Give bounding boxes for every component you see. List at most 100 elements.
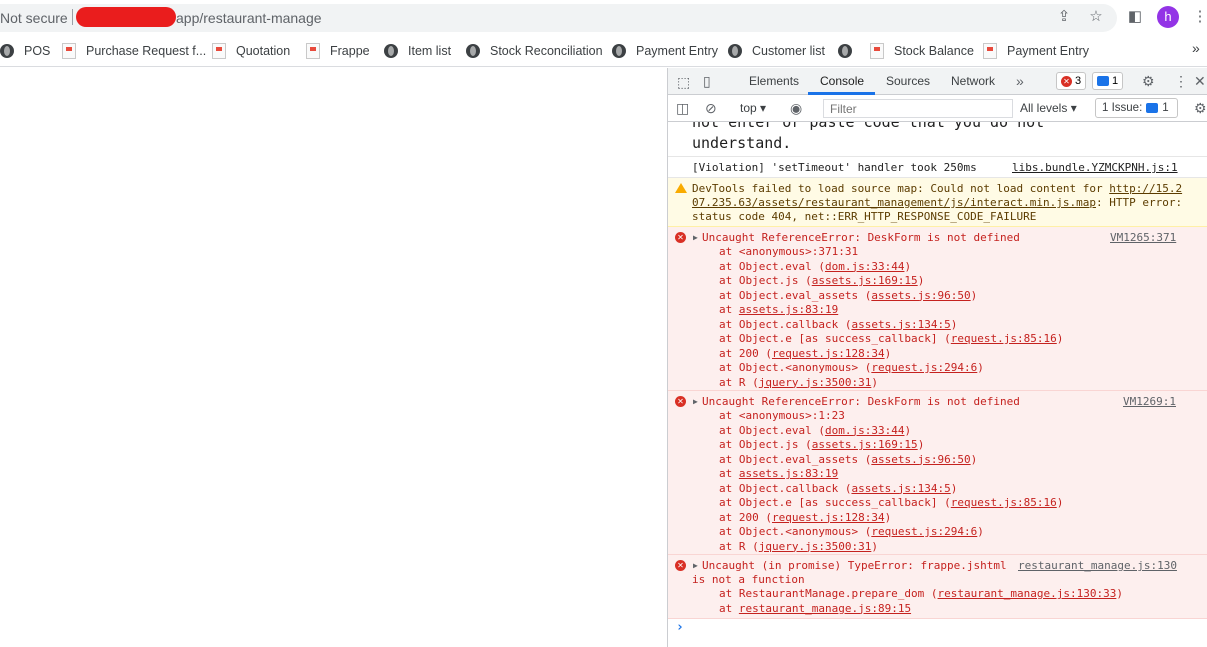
console-prompt[interactable]: ›	[676, 620, 684, 635]
tab-console[interactable]: Console	[820, 74, 864, 88]
stack-frame-link[interactable]: assets.js:134:5	[851, 482, 950, 495]
stack-frame-link[interactable]: request.js:294:6	[871, 361, 977, 374]
stack-frame: at 200 (request.js:128:34)	[719, 511, 891, 524]
log-levels-dropdown[interactable]: All levels ▾	[1020, 101, 1077, 115]
doc-icon	[306, 43, 320, 59]
stack-frame-link[interactable]: assets.js:96:50	[871, 453, 970, 466]
message-count: 1	[1112, 75, 1119, 87]
stack-frame-link[interactable]: request.js:128:34	[772, 347, 885, 360]
stack-frame-link[interactable]: request.js:85:16	[951, 332, 1057, 345]
stack-frame-link[interactable]: assets.js:83:19	[739, 303, 838, 316]
stack-frame-text: at RestaurantManage.prepare_dom (	[719, 587, 938, 600]
bookmark-label: Payment Entry	[636, 44, 718, 58]
stack-frame-text: )	[917, 274, 925, 287]
stack-frame-link[interactable]: request.js:128:34	[772, 511, 885, 524]
violation-message: [Violation] 'setTimeout' handler took 25…	[668, 157, 1207, 178]
bookmark-label: Purchase Request f...	[86, 44, 207, 58]
more-tabs-icon[interactable]: »	[1016, 73, 1024, 89]
error-text: Uncaught (in promise) TypeError: frappe.…	[702, 559, 1007, 572]
sourcemap-link[interactable]: http://15.2	[1109, 182, 1182, 195]
stack-frame-link[interactable]: dom.js:33:44	[825, 260, 904, 273]
bookmarks-bar: POS Purchase Request f... Quotation Frap…	[0, 35, 1207, 67]
url-text[interactable]: app/restaurant-manage	[176, 10, 322, 26]
globe-icon	[728, 44, 742, 58]
devtools-panel: ⬚ ▯ Elements Console Sources Network » ✕…	[667, 68, 1207, 647]
bookmark-label: Customer list	[752, 44, 825, 58]
eye-icon[interactable]: ◉	[790, 100, 802, 116]
bookmark-payment-entry-2[interactable]: Payment Entry	[983, 41, 1089, 61]
profile-avatar[interactable]: h	[1157, 6, 1179, 28]
bookmark-frappe[interactable]: Frappe	[306, 41, 370, 61]
security-label[interactable]: Not secure	[0, 10, 68, 26]
expand-triangle-icon[interactable]: ▶	[693, 397, 698, 406]
tab-elements[interactable]: Elements	[749, 74, 799, 88]
separator	[72, 9, 73, 25]
inspect-icon[interactable]: ⬚	[677, 74, 690, 90]
stack-frame: at R (jquery.js:3500:31)	[719, 376, 878, 389]
stack-frame-link[interactable]: assets.js:83:19	[739, 467, 838, 480]
kebab-menu-icon[interactable]: ⋮	[1174, 73, 1188, 89]
stack-frame: at <anonymous>:1:23	[719, 409, 845, 422]
context-selector[interactable]: top ▾	[740, 101, 766, 115]
close-icon[interactable]: ✕	[1194, 73, 1206, 89]
stack-frame-text: at Object.callback (	[719, 317, 852, 331]
stack-frame-text: at <anonymous>:371:31	[719, 245, 859, 258]
bookmark-customer-list[interactable]: Customer list	[728, 41, 825, 61]
stack-frame-link[interactable]: restaurant_manage.js:130:33	[938, 587, 1117, 600]
bookmark-purchase-request[interactable]: Purchase Request f...	[62, 41, 206, 61]
bookmark-stock-balance[interactable]: Stock Balance	[870, 41, 974, 61]
expand-triangle-icon[interactable]: ▶	[693, 561, 698, 570]
stack-frame-link[interactable]: restaurant_manage.js:89:15	[739, 602, 911, 615]
error-source-link[interactable]: restaurant_manage.js:130	[1018, 559, 1177, 572]
bookmark-star-icon[interactable]: ☆	[1087, 8, 1105, 26]
error-source-link[interactable]: VM1265:371	[1110, 231, 1176, 244]
error-count-badge[interactable]: ✕ 3	[1056, 72, 1087, 90]
share-icon[interactable]: ⇪	[1055, 8, 1073, 26]
browser-menu-icon[interactable]: ⋮	[1191, 8, 1207, 26]
console-toolbar: ◫ ⊘ top ▾ ◉ All levels ▾ 1 Issue: 1 ⚙	[668, 95, 1207, 122]
stack-frame-link[interactable]: jquery.js:3500:31	[759, 540, 872, 553]
stack-frame: at Object.eval (dom.js:33:44)	[719, 260, 911, 273]
bookmark-untitled[interactable]	[838, 41, 862, 61]
doc-icon	[62, 43, 76, 59]
chevron-right-double-icon[interactable]: »	[1192, 40, 1200, 56]
stack-frame-link[interactable]: assets.js:134:5	[851, 318, 950, 331]
expand-triangle-icon[interactable]: ▶	[693, 233, 698, 242]
stack-frame-text: )	[977, 525, 984, 538]
stack-frame-link[interactable]: request.js:85:16	[951, 496, 1057, 509]
message-icon	[1097, 76, 1109, 86]
sourcemap-link-cont[interactable]: 07.235.63/assets/restaurant_management/j…	[692, 196, 1096, 209]
bookmark-quotation[interactable]: Quotation	[212, 41, 290, 61]
tab-network[interactable]: Network	[951, 74, 995, 88]
console-filter-input[interactable]	[823, 99, 1013, 118]
violation-source-link[interactable]: libs.bundle.YZMCKPNH.js:1	[1012, 161, 1178, 174]
stack-frame: at assets.js:83:19	[719, 303, 838, 316]
stack-frame-link[interactable]: assets.js:96:50	[871, 289, 970, 302]
stack-frame-text: )	[1116, 587, 1123, 600]
issues-button[interactable]: 1 Issue: 1	[1095, 98, 1178, 118]
stack-frame-link[interactable]: assets.js:169:15	[812, 274, 918, 287]
page-content	[0, 68, 667, 647]
stack-frame-text: at	[719, 467, 739, 480]
tab-sources[interactable]: Sources	[886, 74, 930, 88]
bookmark-stock-reconciliation[interactable]: Stock Reconciliation	[466, 41, 603, 61]
side-panel-icon[interactable]: ◧	[1126, 8, 1144, 26]
bookmark-payment-entry[interactable]: Payment Entry	[612, 41, 718, 61]
bookmark-pos[interactable]: POS	[0, 41, 50, 61]
stack-frame-link[interactable]: dom.js:33:44	[825, 424, 904, 437]
gear-icon[interactable]: ⚙	[1142, 73, 1155, 89]
stack-frame-link[interactable]: jquery.js:3500:31	[759, 376, 872, 389]
gear-icon[interactable]: ⚙	[1194, 100, 1207, 116]
stack-frame-text: at 200 (	[719, 510, 772, 524]
bookmark-item-list[interactable]: Item list	[384, 41, 451, 61]
stack-frame-link[interactable]: assets.js:169:15	[812, 438, 918, 451]
stack-frame: at R (jquery.js:3500:31)	[719, 540, 878, 553]
clear-console-icon[interactable]: ⊘	[705, 100, 717, 116]
message-count-badge[interactable]: 1	[1092, 72, 1124, 90]
sidebar-toggle-icon[interactable]: ◫	[676, 100, 689, 116]
stack-frame-link[interactable]: request.js:294:6	[871, 525, 977, 538]
device-toolbar-icon[interactable]: ▯	[703, 73, 711, 89]
stack-frame-text: at Object.eval (	[719, 259, 825, 273]
issues-label: 1 Issue:	[1102, 102, 1143, 114]
error-source-link[interactable]: VM1269:1	[1123, 395, 1176, 408]
